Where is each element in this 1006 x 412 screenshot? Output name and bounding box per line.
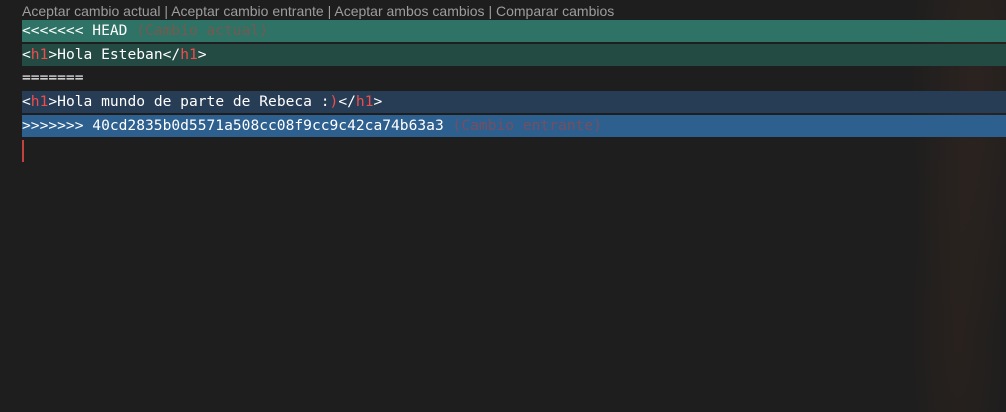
compare-changes-link[interactable]: Comparar cambios [496, 3, 614, 19]
current-heading-text: Hola Esteban [57, 46, 163, 63]
incoming-change-line[interactable]: <h1>Hola mundo de parte de Rebeca :)</h1… [22, 91, 1006, 113]
accept-current-change-link[interactable]: Aceptar cambio actual [22, 3, 161, 19]
current-change-line[interactable]: <h1>Hola Esteban</h1> [22, 44, 1006, 66]
incoming-conflict-marker: >>>>>>> 40cd2835b0d5571a508cc08f9cc9c42c… [22, 117, 444, 134]
html-tag-name: h1 [30, 46, 49, 63]
open-angle: < [22, 46, 31, 63]
conflict-separator-line[interactable]: ======= [22, 67, 1006, 89]
current-change-hint: (Cambio actual) [136, 22, 269, 39]
codelens-separator: | [323, 3, 335, 19]
accept-incoming-change-link[interactable]: Aceptar cambio entrante [171, 3, 324, 19]
codelens-separator: | [484, 3, 496, 19]
html-tag-name: h1 [355, 93, 374, 110]
html-tag-name: h1 [180, 46, 198, 63]
close-angle: > [48, 93, 58, 110]
accept-both-changes-link[interactable]: Aceptar ambos cambios [334, 3, 484, 19]
open-angle: < [22, 93, 31, 110]
incoming-change-header-line[interactable]: >>>>>>> 40cd2835b0d5571a508cc08f9cc9c42c… [22, 115, 1006, 137]
close-angle: > [197, 46, 207, 63]
incoming-change-hint: (Cambio entrante) [452, 117, 602, 134]
close-angle: > [48, 46, 58, 63]
open-angle-slash: </ [162, 46, 181, 63]
current-change-header-line[interactable]: <<<<<<< HEAD (Cambio actual) [22, 20, 1006, 42]
html-tag-name: h1 [30, 93, 49, 110]
current-conflict-marker: <<<<<<< HEAD [22, 22, 128, 39]
separator-marker: ======= [22, 69, 84, 86]
open-angle-slash: </ [338, 93, 356, 110]
close-angle: > [373, 93, 383, 110]
incoming-heading-text: Hola mundo de parte de Rebeca : [57, 93, 330, 110]
codelens-separator: | [160, 3, 172, 19]
merge-conflict-codelens: Aceptar cambio actual | Aceptar cambio e… [22, 2, 614, 20]
text-cursor [22, 140, 24, 162]
code-editor[interactable]: Aceptar cambio actual | Aceptar cambio e… [0, 0, 1006, 412]
